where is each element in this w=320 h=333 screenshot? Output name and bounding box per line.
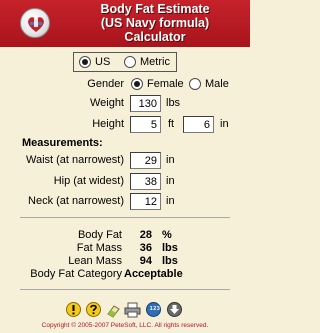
units-selector: US Metric — [73, 52, 177, 72]
printer-icon[interactable] — [124, 302, 141, 318]
height-inches-input[interactable]: 6 — [183, 116, 214, 133]
app-title: Body Fat Estimate (US Navy formula) Calc… — [60, 2, 250, 44]
hip-label: Hip (at widest) — [53, 175, 124, 187]
info-icon[interactable] — [66, 302, 81, 317]
title-line-3: Calculator — [124, 30, 186, 44]
waist-label: Waist (at narrowest) — [25, 154, 124, 166]
category-value: Acceptable — [124, 268, 183, 280]
metric-radio[interactable] — [124, 56, 136, 68]
female-radio[interactable] — [131, 78, 143, 90]
lean-mass-unit: lbs — [162, 255, 178, 267]
gender-label: Gender — [87, 78, 124, 90]
female-label[interactable]: Female — [147, 78, 184, 90]
category-label: Body Fat Category — [30, 268, 122, 280]
male-radio[interactable] — [189, 78, 201, 90]
fat-mass-unit: lbs — [162, 242, 178, 254]
height-label: Height — [92, 118, 124, 130]
calculator-glyph: 1 2 3 — [149, 306, 160, 312]
hip-unit: in — [166, 175, 175, 187]
fat-mass-value: 36 — [139, 242, 152, 254]
neck-label: Neck (at narrowest) — [28, 195, 124, 207]
lean-mass-value: 94 — [139, 255, 152, 267]
neck-unit: in — [166, 195, 175, 207]
title-line-1: Body Fat Estimate — [100, 2, 210, 16]
weight-label: Weight — [89, 97, 124, 109]
metric-label[interactable]: Metric — [140, 56, 170, 68]
heart-logo-icon — [20, 8, 50, 38]
measurements-heading: Measurements: — [22, 137, 103, 149]
height-feet-unit: ft — [168, 118, 175, 130]
height-feet-input[interactable]: 5 — [130, 116, 161, 133]
divider-top — [20, 217, 230, 218]
divider-bottom — [20, 289, 230, 290]
body-fat-value: 28 — [139, 229, 152, 241]
copyright-text: Copyright © 2005-2007 PeteSoft, LLC. All… — [41, 322, 209, 329]
body-fat-unit: % — [162, 229, 172, 241]
neck-input[interactable]: 12 — [130, 193, 161, 210]
weight-input[interactable]: 130 — [130, 95, 161, 112]
male-label[interactable]: Male — [205, 78, 229, 90]
title-line-2: (US Navy formula) — [100, 16, 210, 30]
waist-unit: in — [166, 154, 175, 166]
calculator-icon[interactable]: 1 2 3 — [146, 302, 161, 317]
waist-input[interactable]: 29 — [130, 152, 161, 169]
fat-mass-label: Fat Mass — [76, 242, 122, 254]
height-inches-unit: in — [220, 118, 229, 130]
download-icon[interactable] — [167, 302, 182, 317]
lean-mass-label: Lean Mass — [68, 255, 122, 267]
help-icon[interactable] — [86, 302, 101, 317]
weight-unit: lbs — [166, 97, 181, 109]
header-bar: Body Fat Estimate (US Navy formula) Calc… — [0, 0, 250, 47]
eraser-icon[interactable] — [105, 302, 120, 318]
body-fat-label: Body Fat — [77, 229, 122, 241]
us-label[interactable]: US — [95, 56, 110, 68]
hip-input[interactable]: 38 — [130, 173, 161, 190]
us-radio[interactable] — [79, 56, 91, 68]
